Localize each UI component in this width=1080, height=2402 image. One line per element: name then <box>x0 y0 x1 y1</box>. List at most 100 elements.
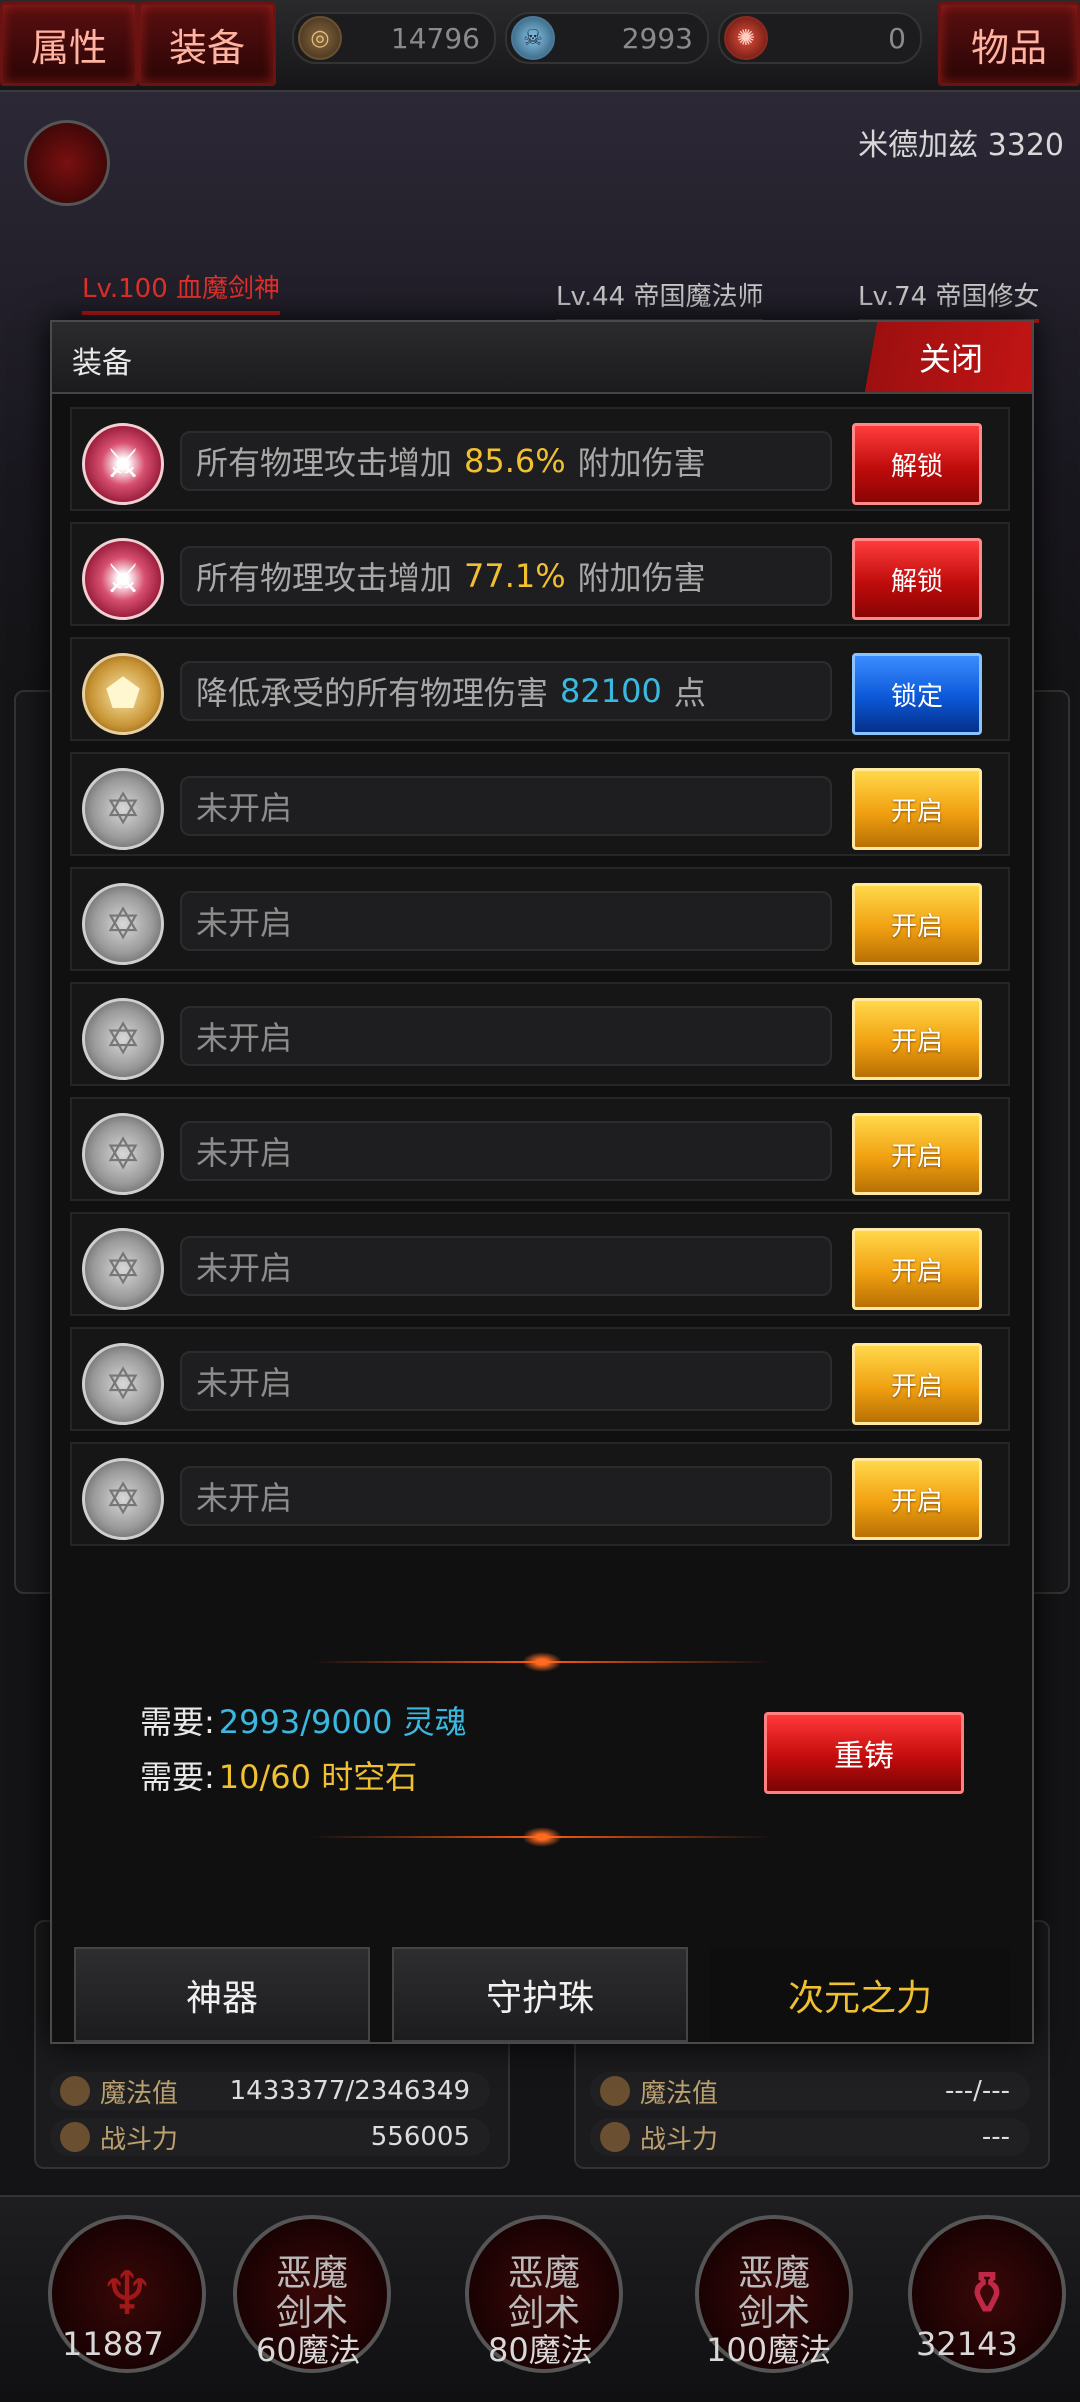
hero-3-level: Lv.74 <box>858 282 928 312</box>
attributes-tab[interactable]: 属性 <box>0 2 138 86</box>
open-slot-button[interactable]: 开启 <box>852 1343 982 1425</box>
hero-2-label[interactable]: Lv.44 帝国魔法师 <box>556 276 764 323</box>
hero-1-name: 血魔剑神 <box>176 274 281 304</box>
gold-shield-emblem-icon: ⬟ <box>82 653 164 735</box>
slot-text: 未开启 <box>196 1134 293 1172</box>
power-icon <box>60 2122 90 2152</box>
slot-text-suffix: 附加伤害 <box>577 559 706 597</box>
unlock-button[interactable]: 解锁 <box>852 538 982 620</box>
open-slot-button[interactable]: 开启 <box>852 1113 982 1195</box>
stat-label: 战斗力 <box>100 2124 179 2155</box>
hero-1-level: Lv.100 <box>82 274 168 304</box>
close-button[interactable]: 关闭 <box>850 322 1032 392</box>
slot-value: 77.1% <box>464 557 566 595</box>
stat-label: 魔法值 <box>640 2078 719 2109</box>
open-slot-button[interactable]: 开启 <box>852 883 982 965</box>
slot-description: 降低承受的所有物理伤害 82100 点 <box>180 661 832 721</box>
stat-value: 556005 <box>370 2122 470 2152</box>
magic-icon <box>60 2076 90 2106</box>
spacetime-stone-requirement: 需要: 10/60 时空石 <box>140 1752 417 1798</box>
open-slot-button[interactable]: 开启 <box>852 1458 982 1540</box>
tab-dimension-power[interactable]: 次元之力 <box>710 1947 1010 2042</box>
sword-cross-emblem-icon: ⚔ <box>82 423 164 505</box>
stat-row: 战斗力 556005 <box>50 2118 490 2156</box>
tab-guardian-orb[interactable]: 守护珠 <box>392 1947 688 2042</box>
ornament-divider-bottom <box>312 1827 772 1847</box>
slot-text: 所有物理攻击增加 <box>196 444 453 482</box>
slot-description: 未开启 <box>180 891 832 951</box>
soul-amount: 2993 <box>621 21 693 55</box>
requirement-label: 需要: <box>140 1703 215 1741</box>
tab-artifact[interactable]: 神器 <box>74 1947 370 2042</box>
hero-2-level: Lv.44 <box>556 282 626 312</box>
gold-resource: ◎ 14796 <box>292 12 496 64</box>
slot-description: 未开启 <box>180 1121 832 1181</box>
enemy-label: 米德加兹 3320 <box>858 128 1064 163</box>
equipment-modal: 装备 关闭 ⚔ 所有物理攻击增加 85.6% 附加伤害 解锁 ⚔ 所有物理攻击增加 77.1%… <box>50 320 1034 2044</box>
skill-3-cost: 80魔法 <box>488 2331 593 2369</box>
slot-text: 未开启 <box>196 789 293 827</box>
skill-4-cost: 100魔法 <box>706 2331 832 2369</box>
skill-4-label: 恶魔 剑术 <box>737 2253 810 2334</box>
open-slot-button[interactable]: 开启 <box>852 998 982 1080</box>
gold-coin-icon: ◎ <box>298 16 342 60</box>
recast-button[interactable]: 重铸 <box>764 1712 964 1794</box>
locked-hexagram-emblem-icon: ✡ <box>82 1228 164 1310</box>
slot-text: 未开启 <box>196 1019 293 1057</box>
stat-value: 1433377/2346349 <box>229 2076 470 2106</box>
soul-resource: ☠ 2993 <box>505 12 709 64</box>
stat-value: --- <box>981 2122 1010 2152</box>
hero-3-label[interactable]: Lv.74 帝国修女 <box>858 276 1040 323</box>
locked-hexagram-emblem-icon: ✡ <box>82 1458 164 1540</box>
slot-description: 未开启 <box>180 1236 832 1296</box>
locked-hexagram-emblem-icon: ✡ <box>82 1343 164 1425</box>
power-icon <box>600 2122 630 2152</box>
slot-text-suffix: 点 <box>673 674 706 712</box>
open-slot-button[interactable]: 开启 <box>852 768 982 850</box>
items-tab[interactable]: 物品 <box>938 2 1080 86</box>
skill-2-label: 恶魔 剑术 <box>275 2253 348 2334</box>
skill-1-value: 11887 <box>62 2325 164 2363</box>
soul-skull-icon: ☠ <box>511 16 555 60</box>
sword-cross-emblem-icon: ⚔ <box>82 538 164 620</box>
requirement-value: 2993/9000 灵魂 <box>218 1703 467 1741</box>
skill-3-label: 恶魔 剑术 <box>507 2253 580 2334</box>
slot-row: ✡ 未开启 开启 <box>70 982 1010 1086</box>
slot-row: ⬟ 降低承受的所有物理伤害 82100 点 锁定 <box>70 637 1010 741</box>
hero-2-name: 帝国魔法师 <box>633 282 764 312</box>
soul-requirement: 需要: 2993/9000 灵魂 <box>140 1697 467 1743</box>
spacetime-stone-amount: 0 <box>888 21 906 55</box>
stat-row: 魔法值 ---/--- <box>590 2072 1030 2110</box>
locked-hexagram-emblem-icon: ✡ <box>82 1113 164 1195</box>
modal-tabs: 神器 守护珠 次元之力 <box>52 1947 1032 2042</box>
slot-row: ✡ 未开启 开启 <box>70 1442 1010 1546</box>
open-slot-button[interactable]: 开启 <box>852 1228 982 1310</box>
slot-value: 85.6% <box>464 442 566 480</box>
gold-amount: 14796 <box>390 21 480 55</box>
spacetime-stone-icon: ✺ <box>724 16 768 60</box>
stat-label: 战斗力 <box>640 2124 719 2155</box>
skill-5-value: 32143 <box>916 2325 1018 2363</box>
unlock-button[interactable]: 解锁 <box>852 423 982 505</box>
stat-row: 魔法值 1433377/2346349 <box>50 2072 490 2110</box>
stat-row: 战斗力 --- <box>590 2118 1030 2156</box>
slot-description: 所有物理攻击增加 77.1% 附加伤害 <box>180 546 832 606</box>
spacetime-stone-resource: ✺ 0 <box>718 12 922 64</box>
chalice-icon: ♆ <box>100 2259 154 2329</box>
locked-hexagram-emblem-icon: ✡ <box>82 998 164 1080</box>
slot-row: ⚔ 所有物理攻击增加 77.1% 附加伤害 解锁 <box>70 522 1010 626</box>
hero-3-name: 帝国修女 <box>935 282 1040 312</box>
hero-1-label[interactable]: Lv.100 血魔剑神 <box>82 268 281 315</box>
slot-text: 降低承受的所有物理伤害 <box>196 674 549 712</box>
slot-row: ⚔ 所有物理攻击增加 85.6% 附加伤害 解锁 <box>70 407 1010 511</box>
requirement-label: 需要: <box>140 1758 215 1796</box>
modal-header: 装备 关闭 <box>52 322 1032 394</box>
equipment-tab[interactable]: 装备 <box>138 2 276 86</box>
top-bar: 属性 装备 ◎ 14796 ☠ 2993 ✺ 0 物品 <box>0 0 1080 92</box>
requirement-value: 10/60 时空石 <box>218 1758 418 1796</box>
ornament-divider-top <box>312 1652 772 1672</box>
skill-2-cost: 60魔法 <box>256 2331 361 2369</box>
lock-button[interactable]: 锁定 <box>852 653 982 735</box>
sigil-icon[interactable] <box>24 120 110 206</box>
slot-row: ✡ 未开启 开启 <box>70 1212 1010 1316</box>
